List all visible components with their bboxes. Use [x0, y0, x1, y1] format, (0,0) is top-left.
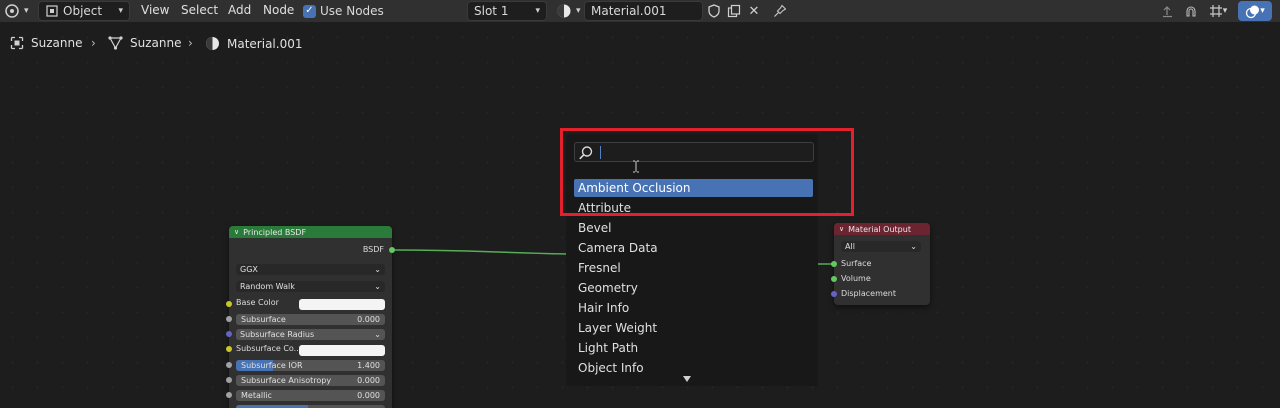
surface-socket[interactable] — [831, 261, 837, 267]
material-output-node[interactable]: ∨ Material Output All ⌄ Surface Volume D… — [834, 223, 930, 305]
displacement-socket-label: Displacement — [841, 289, 896, 298]
base-color-socket[interactable] — [226, 301, 232, 307]
subsurface-label: Subsurface — [241, 315, 286, 324]
chevron-down-icon: ⌄ — [374, 282, 381, 291]
subsurface-color-socket[interactable] — [226, 346, 232, 352]
subsurface-ior-socket[interactable] — [226, 362, 232, 368]
subsurface-field[interactable]: Subsurface 0.000 — [236, 314, 385, 325]
subsurface-anisotropy-value: 0.000 — [357, 376, 380, 385]
subsurface-ior-value: 1.400 — [357, 361, 380, 370]
subsurface-socket[interactable] — [226, 316, 232, 322]
popup-item-bevel[interactable]: Bevel — [574, 219, 813, 237]
node-title: Material Output — [848, 224, 911, 234]
chevron-down-icon: ⌄ — [910, 242, 917, 251]
popup-item-object-info[interactable]: Object Info — [574, 359, 813, 377]
subsurface-method-dropdown[interactable]: Random Walk ⌄ — [236, 281, 385, 292]
popup-item-layer-weight[interactable]: Layer Weight — [574, 319, 813, 337]
chevron-down-icon: ⌄ — [374, 330, 381, 339]
displacement-socket[interactable] — [831, 291, 837, 297]
bsdf-to-surface-link[interactable] — [391, 249, 567, 255]
metallic-socket[interactable] — [226, 392, 232, 398]
output-target-value: All — [845, 242, 855, 251]
subsurface-ior-field[interactable]: Subsurface IOR 1.400 — [236, 360, 385, 371]
metallic-field[interactable]: Metallic 0.000 — [236, 390, 385, 401]
volume-socket-label: Volume — [841, 274, 871, 283]
distribution-dropdown[interactable]: GGX ⌄ — [236, 264, 385, 275]
highlight-annotation-box — [560, 128, 854, 216]
subsurface-color-label: Subsurface Co... — [236, 344, 302, 353]
distribution-value: GGX — [240, 265, 258, 274]
popup-item-hair-info[interactable]: Hair Info — [574, 299, 813, 317]
popup-item-light-path[interactable]: Light Path — [574, 339, 813, 357]
text-cursor-pointer-icon — [633, 160, 639, 173]
metallic-label: Metallic — [241, 391, 272, 400]
principled-bsdf-node[interactable]: ∨ Principled BSDF BSDF GGX ⌄ Random Walk… — [229, 226, 392, 408]
subsurface-method-value: Random Walk — [240, 282, 295, 291]
collapse-chevron-icon[interactable]: ∨ — [839, 225, 844, 233]
subsurface-anisotropy-label: Subsurface Anisotropy — [241, 376, 332, 385]
metallic-value: 0.000 — [357, 391, 380, 400]
subsurface-value: 0.000 — [357, 315, 380, 324]
node-header[interactable]: ∨ Principled BSDF — [229, 226, 392, 238]
subsurface-ior-label: Subsurface IOR — [241, 361, 303, 370]
popup-item-fresnel[interactable]: Fresnel — [574, 259, 813, 277]
node-title: Principled BSDF — [243, 227, 307, 237]
node-header[interactable]: ∨ Material Output — [834, 223, 930, 235]
subsurface-anisotropy-socket[interactable] — [226, 377, 232, 383]
bsdf-output-label: BSDF — [362, 245, 384, 254]
base-color-label: Base Color — [236, 298, 279, 307]
subsurface-anisotropy-field[interactable]: Subsurface Anisotropy 0.000 — [236, 375, 385, 386]
subsurface-color-swatch[interactable] — [299, 345, 385, 356]
popup-item-camera-data[interactable]: Camera Data — [574, 239, 813, 257]
subsurface-radius-field[interactable]: Subsurface Radius ⌄ — [236, 329, 385, 340]
popup-item-geometry[interactable]: Geometry — [574, 279, 813, 297]
scroll-down-arrow-icon[interactable] — [682, 375, 692, 383]
subsurface-radius-socket[interactable] — [226, 331, 232, 337]
surface-socket-label: Surface — [841, 259, 872, 268]
chevron-down-icon: ⌄ — [374, 265, 381, 274]
bsdf-output-socket[interactable] — [389, 247, 395, 253]
collapse-chevron-icon[interactable]: ∨ — [234, 228, 239, 236]
volume-socket[interactable] — [831, 276, 837, 282]
output-target-dropdown[interactable]: All ⌄ — [841, 241, 921, 252]
base-color-swatch[interactable] — [299, 299, 385, 310]
subsurface-radius-label: Subsurface Radius — [240, 330, 315, 339]
